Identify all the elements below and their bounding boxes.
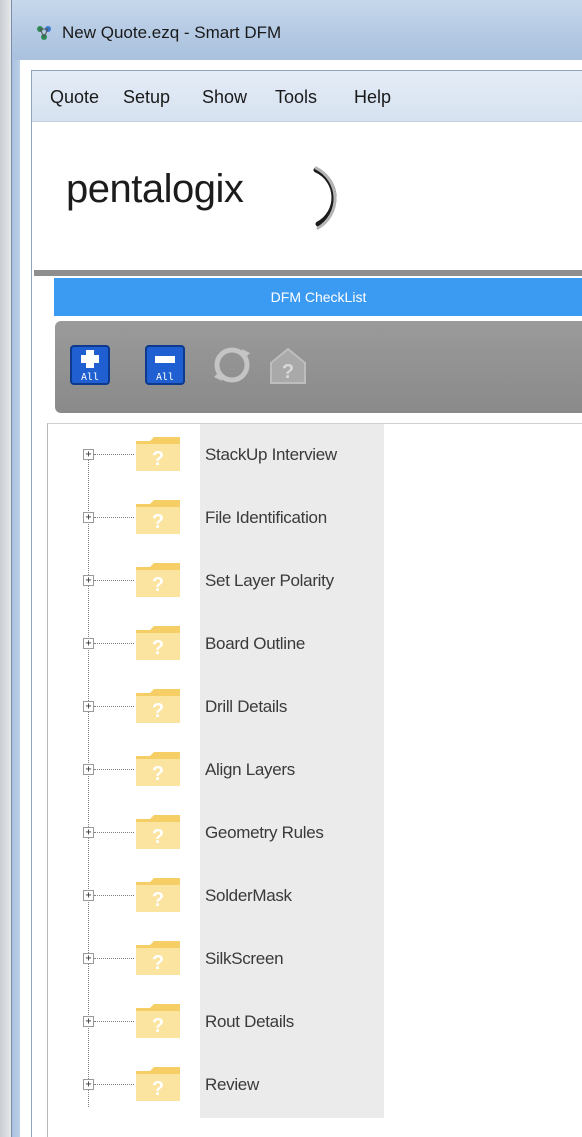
svg-text:?: ? [152,826,164,848]
tree-connector [94,706,134,707]
brand-logo-text: pentalogix [66,167,244,211]
folder-question-icon: ? [136,437,180,471]
svg-text:?: ? [152,448,164,470]
expand-icon[interactable]: + [83,449,94,460]
tree-item-label: Board Outline [205,634,306,653]
expand-icon[interactable]: + [83,575,94,586]
folder-question-icon: ? [136,1004,180,1038]
folder-question-icon: ? [136,500,180,534]
tree-item-label: File Identification [205,508,327,527]
app-icon [37,26,51,40]
menu-show[interactable]: Show [202,87,247,108]
tree-connector [94,580,134,581]
tree-connector [94,769,134,770]
svg-text:?: ? [152,889,164,911]
expand-icon[interactable]: + [83,1079,94,1090]
dfm-checklist-header: DFM CheckList [54,278,582,316]
svg-text:?: ? [152,637,164,659]
tree-connector [94,1084,134,1085]
brand-logo-swoosh-icon [313,166,337,230]
folder-question-icon: ? [136,878,180,912]
tree-connector [94,454,134,455]
menu-quote[interactable]: Quote [50,87,99,108]
svg-text:?: ? [152,1078,164,1100]
expand-icon[interactable]: + [83,638,94,649]
folder-question-icon: ? [136,626,180,660]
logo-area: pentalogix [32,122,582,272]
menu-setup[interactable]: Setup [123,87,170,108]
tree-item-file-identification[interactable]: + ? File Identification [48,487,582,551]
screen: New Quote.ezq - Smart DFM Quote Setup Sh… [0,0,582,1137]
folder-question-icon: ? [136,563,180,597]
svg-text:?: ? [152,574,164,596]
folder-question-icon: ? [136,689,180,723]
menu-tools[interactable]: Tools [275,87,317,108]
tree-item-label: Align Layers [205,760,295,779]
tree-item-label: SolderMask [205,886,292,905]
svg-text:?: ? [282,361,294,383]
tree-item-review[interactable]: + ? Review [48,1054,582,1118]
folder-question-icon: ? [136,941,180,975]
client-area: Quote Setup Show Tools Help pentalogix D… [31,70,582,1137]
checklist-toolbar: All All ? [55,321,582,413]
folder-question-icon: ? [136,752,180,786]
tree-item-label: Drill Details [205,697,288,716]
tree-item-soldermask[interactable]: + ? SolderMask [48,865,582,929]
expand-icon[interactable]: + [83,512,94,523]
refresh-icon[interactable] [210,343,254,387]
help-icon[interactable]: ? [265,343,311,387]
tree-item-stackup-interview[interactable]: + ? StackUp Interview [48,424,582,488]
expand-icon[interactable]: + [83,890,94,901]
tree-connector [94,832,134,833]
expand-icon[interactable]: + [83,827,94,838]
expand-icon[interactable]: + [83,701,94,712]
expand-icon[interactable]: + [83,1016,94,1027]
checklist-tree: + ? StackUp Interview + ? File Identific… [47,423,582,1137]
expand-all-label: All [81,372,99,383]
tree-item-align-layers[interactable]: + ? Align Layers [48,739,582,803]
separator [34,270,582,276]
title-bar[interactable]: New Quote.ezq - Smart DFM [11,0,582,60]
svg-text:?: ? [152,763,164,785]
folder-question-icon: ? [136,1067,180,1101]
tree-connector [94,1021,134,1022]
tree-item-label: Rout Details [205,1012,294,1031]
menu-bar: Quote Setup Show Tools Help [32,71,582,122]
collapse-all-button[interactable]: All [145,345,185,385]
tree-item-drill-details[interactable]: + ? Drill Details [48,676,582,740]
svg-text:?: ? [152,952,164,974]
menu-help[interactable]: Help [354,87,391,108]
tree-item-set-layer-polarity[interactable]: + ? Set Layer Polarity [48,550,582,614]
tree-item-label: Geometry Rules [205,823,324,842]
tree-item-rout-details[interactable]: + ? Rout Details [48,991,582,1055]
expand-icon[interactable]: + [83,953,94,964]
tree-item-label: Set Layer Polarity [205,571,334,590]
tree-connector [94,958,134,959]
tree-item-silkscreen[interactable]: + ? SilkScreen [48,928,582,992]
svg-text:?: ? [152,1015,164,1037]
tree-item-board-outline[interactable]: + ? Board Outline [48,613,582,677]
tree-connector [94,517,134,518]
desktop-edge [0,0,11,1137]
tree-item-label: SilkScreen [205,949,284,968]
expand-all-button[interactable]: All [70,345,110,385]
svg-text:?: ? [152,511,164,533]
tree-item-geometry-rules[interactable]: + ? Geometry Rules [48,802,582,866]
tree-item-label: Review [205,1075,259,1094]
window-frame-left [11,60,20,1137]
folder-question-icon: ? [136,815,180,849]
tree-connector [94,643,134,644]
svg-text:?: ? [152,700,164,722]
expand-icon[interactable]: + [83,764,94,775]
tree-item-label: StackUp Interview [205,445,337,464]
collapse-all-label: All [156,372,174,383]
tree-connector [94,895,134,896]
window-title: New Quote.ezq - Smart DFM [62,23,282,42]
app-window: New Quote.ezq - Smart DFM Quote Setup Sh… [11,0,582,1137]
